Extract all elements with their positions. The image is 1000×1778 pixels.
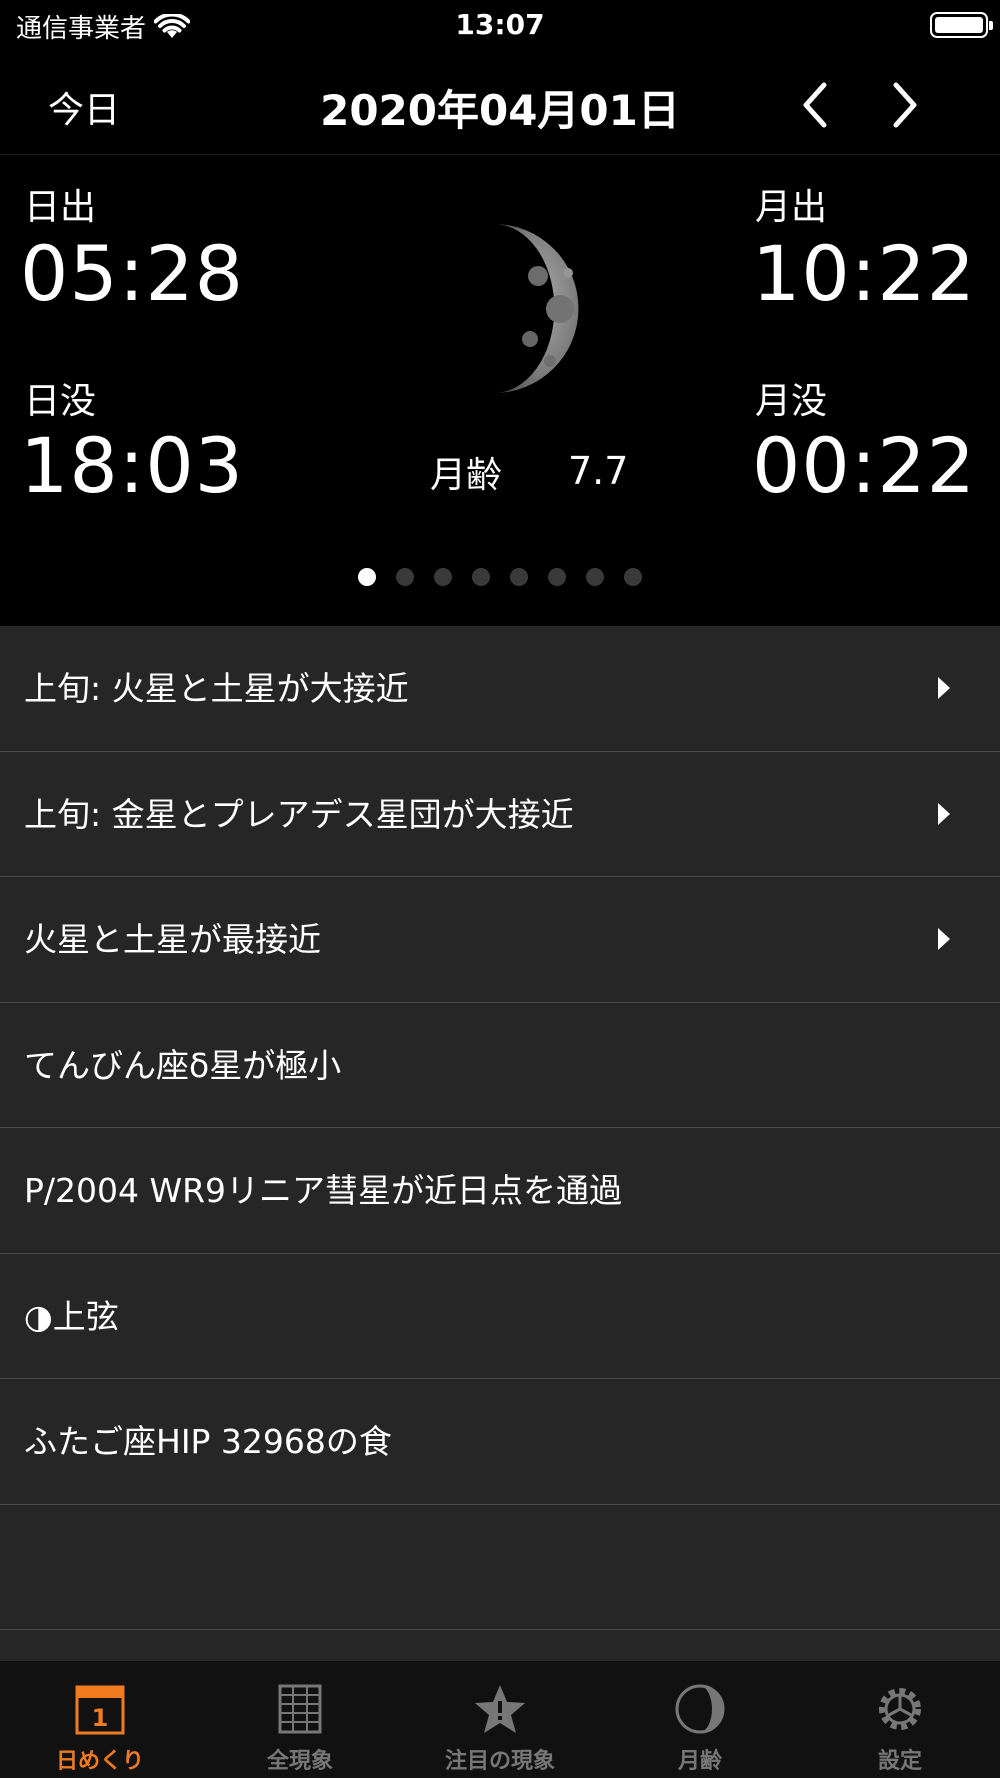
page-dot[interactable] — [510, 568, 528, 586]
sunrise-label: 日出 — [24, 187, 97, 228]
list-grid-icon — [278, 1684, 322, 1734]
status-time: 13:07 — [455, 8, 545, 41]
event-row[interactable]: 上旬: 火星と土星が大接近 — [0, 626, 1000, 752]
event-row[interactable]: ◑上弦 — [0, 1254, 1000, 1379]
moonrise-time: 10:22 — [752, 229, 977, 318]
chevron-right-icon[interactable] — [880, 77, 930, 133]
disclosure-arrow-icon — [938, 802, 950, 825]
event-label: ふたご座HIP 32968の食 — [24, 1422, 392, 1461]
battery-icon — [930, 12, 993, 38]
event-row[interactable]: 火星と土星が最接近 — [0, 877, 1000, 1003]
tab-settings[interactable]: 設定 — [800, 1661, 1000, 1778]
tab-featured[interactable]: 注目の現象 — [400, 1661, 600, 1778]
tab-label: 設定 — [877, 1749, 922, 1774]
event-label: 上旬: 火星と土星が大接近 — [24, 669, 409, 708]
event-list: 上旬: 火星と土星が大接近上旬: 金星とプレアデス星団が大接近 火星と土星が最接近… — [0, 626, 1000, 1660]
chevron-left-icon[interactable] — [790, 77, 840, 133]
page-dot[interactable] — [358, 568, 376, 586]
tab-bar: 1 日めくり 全現象 注目の現象 月齢 設定 — [0, 1660, 1000, 1778]
calendar-icon: 1 — [75, 1685, 125, 1735]
svg-text:1: 1 — [92, 1704, 109, 1732]
event-row[interactable]: P/2004 WR9リニア彗星が近日点を通過 — [0, 1128, 1000, 1254]
page-dot[interactable] — [586, 568, 604, 586]
star-icon — [475, 1685, 525, 1733]
moonset-label: 月没 — [755, 381, 828, 422]
sunset-time: 18:03 — [20, 421, 245, 510]
date-title: 2020年04月01日 — [320, 86, 680, 135]
tab-label: 注目の現象 — [444, 1749, 555, 1774]
page-dot[interactable] — [396, 568, 414, 586]
moon-phase-image — [494, 224, 579, 393]
event-label: 火星と土星が最接近 — [24, 920, 321, 959]
moon-age-label: 月齢 — [430, 455, 503, 496]
moon-age-value: 7.7 — [568, 449, 629, 493]
tab-daily[interactable]: 1 日めくり — [0, 1661, 200, 1778]
event-row[interactable]: 上旬: 金星とプレアデス星団が大接近 — [0, 752, 1000, 877]
tab-moon-age[interactable]: 月齢 — [600, 1661, 800, 1778]
tab-label: 月齢 — [677, 1749, 722, 1774]
page-dot[interactable] — [434, 568, 452, 586]
gear-icon — [879, 1688, 921, 1730]
sunset-label: 日没 — [24, 381, 97, 422]
moonrise-label: 月出 — [755, 187, 828, 228]
event-label: 上旬: 金星とプレアデス星団が大接近 — [24, 794, 574, 834]
event-label: ◑上弦 — [24, 1296, 119, 1336]
navigation-bar: 今日 2020年04月01日 — [0, 55, 1000, 155]
sunrise-time: 05:28 — [20, 229, 245, 318]
event-row[interactable]: てんびん座δ星が極小 — [0, 1003, 1000, 1128]
page-dot[interactable] — [548, 568, 566, 586]
tab-label: 全現象 — [266, 1749, 333, 1774]
sun-moon-panel[interactable]: 日出 05:28 日没 18:03 月出 10:22 月没 00:22 月齢 7… — [0, 156, 1000, 626]
event-label: てんびん座δ星が極小 — [24, 1045, 342, 1085]
status-bar: 通信事業者 13:07 — [0, 0, 1000, 50]
event-label: P/2004 WR9リニア彗星が近日点を通過 — [24, 1171, 623, 1210]
disclosure-arrow-icon — [938, 928, 950, 950]
moonset-time: 00:22 — [752, 421, 977, 510]
event-row — [0, 1505, 1000, 1630]
page-dot[interactable] — [624, 568, 642, 586]
page-indicator[interactable] — [0, 568, 1000, 586]
moon-phase-icon — [675, 1684, 725, 1734]
tab-all-events[interactable]: 全現象 — [200, 1661, 400, 1778]
event-row[interactable]: ふたご座HIP 32968の食 — [0, 1379, 1000, 1505]
page-dot[interactable] — [472, 568, 490, 586]
disclosure-arrow-icon — [938, 677, 950, 699]
tab-label: 日めくり — [55, 1749, 144, 1774]
